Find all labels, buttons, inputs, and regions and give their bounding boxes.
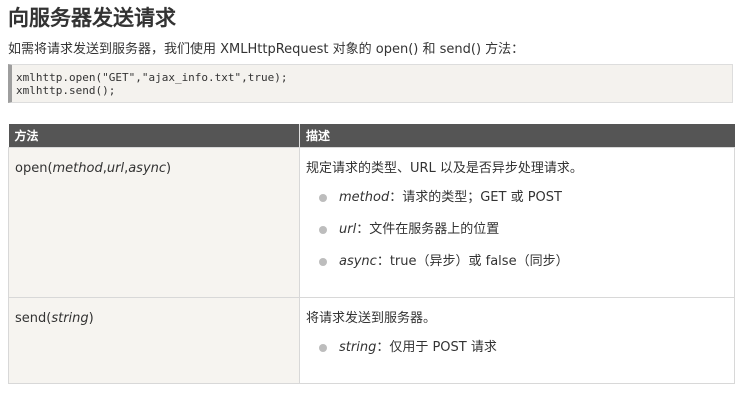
method-cell: send(string): [8, 297, 300, 384]
param-text: ：true（异步）或 false（同步）: [376, 254, 569, 269]
table-header-row: 方法 描述: [8, 124, 735, 148]
bullet-icon: [319, 344, 327, 352]
param-text: ：文件在服务器上的位置: [356, 222, 500, 237]
method-signature: send(string): [15, 311, 94, 326]
column-header-description: 描述: [299, 124, 735, 148]
method-description: 将请求发送到服务器。: [306, 311, 437, 326]
intro-paragraph: 如需将请求发送到服务器，我们使用 XMLHttpRequest 对象的 open…: [8, 42, 525, 57]
bullet-icon: [319, 226, 327, 234]
method-arg: method: [52, 161, 103, 176]
method-reference-table: 方法 描述 open(method,url,async) 规定请求的类型、URL…: [8, 124, 735, 384]
table-row: send(string) 将请求发送到服务器。 string：仅用于 POST …: [8, 297, 735, 384]
list-item: string：仅用于 POST 请求: [306, 339, 728, 371]
param-name: url: [339, 222, 357, 237]
description-cell: 规定请求的类型、URL 以及是否异步处理请求。 method：请求的类型；GET…: [299, 147, 735, 298]
method-arg: async: [128, 161, 167, 176]
bullet-icon: [319, 258, 327, 266]
method-cell: open(method,url,async): [8, 147, 300, 298]
column-header-method: 方法: [8, 124, 300, 148]
code-line: xmlhttp.open("GET","ajax_info.txt",true)…: [16, 71, 288, 84]
param-text: ：仅用于 POST 请求: [376, 340, 497, 355]
code-line: xmlhttp.send();: [16, 84, 116, 97]
method-arg: url: [106, 161, 125, 176]
list-item: async：true（异步）或 false（同步）: [306, 253, 728, 285]
page-title: 向服务器发送请求: [8, 6, 176, 30]
method-arg: string: [51, 311, 89, 326]
param-name: method: [339, 190, 390, 205]
param-text: ：请求的类型；GET 或 POST: [389, 190, 562, 205]
bullet-icon: [319, 194, 327, 202]
param-name: string: [339, 340, 377, 355]
param-list: string：仅用于 POST 请求: [306, 339, 728, 371]
list-item: method：请求的类型；GET 或 POST: [306, 189, 728, 221]
code-example: xmlhttp.open("GET","ajax_info.txt",true)…: [8, 64, 733, 103]
param-list: method：请求的类型；GET 或 POST url：文件在服务器上的位置 a…: [306, 189, 728, 285]
list-item: url：文件在服务器上的位置: [306, 221, 728, 253]
description-cell: 将请求发送到服务器。 string：仅用于 POST 请求: [299, 297, 735, 384]
param-name: async: [339, 254, 377, 269]
table-row: open(method,url,async) 规定请求的类型、URL 以及是否异…: [8, 147, 735, 298]
method-signature: open(method,url,async): [15, 161, 172, 176]
method-description: 规定请求的类型、URL 以及是否异步处理请求。: [306, 161, 583, 176]
